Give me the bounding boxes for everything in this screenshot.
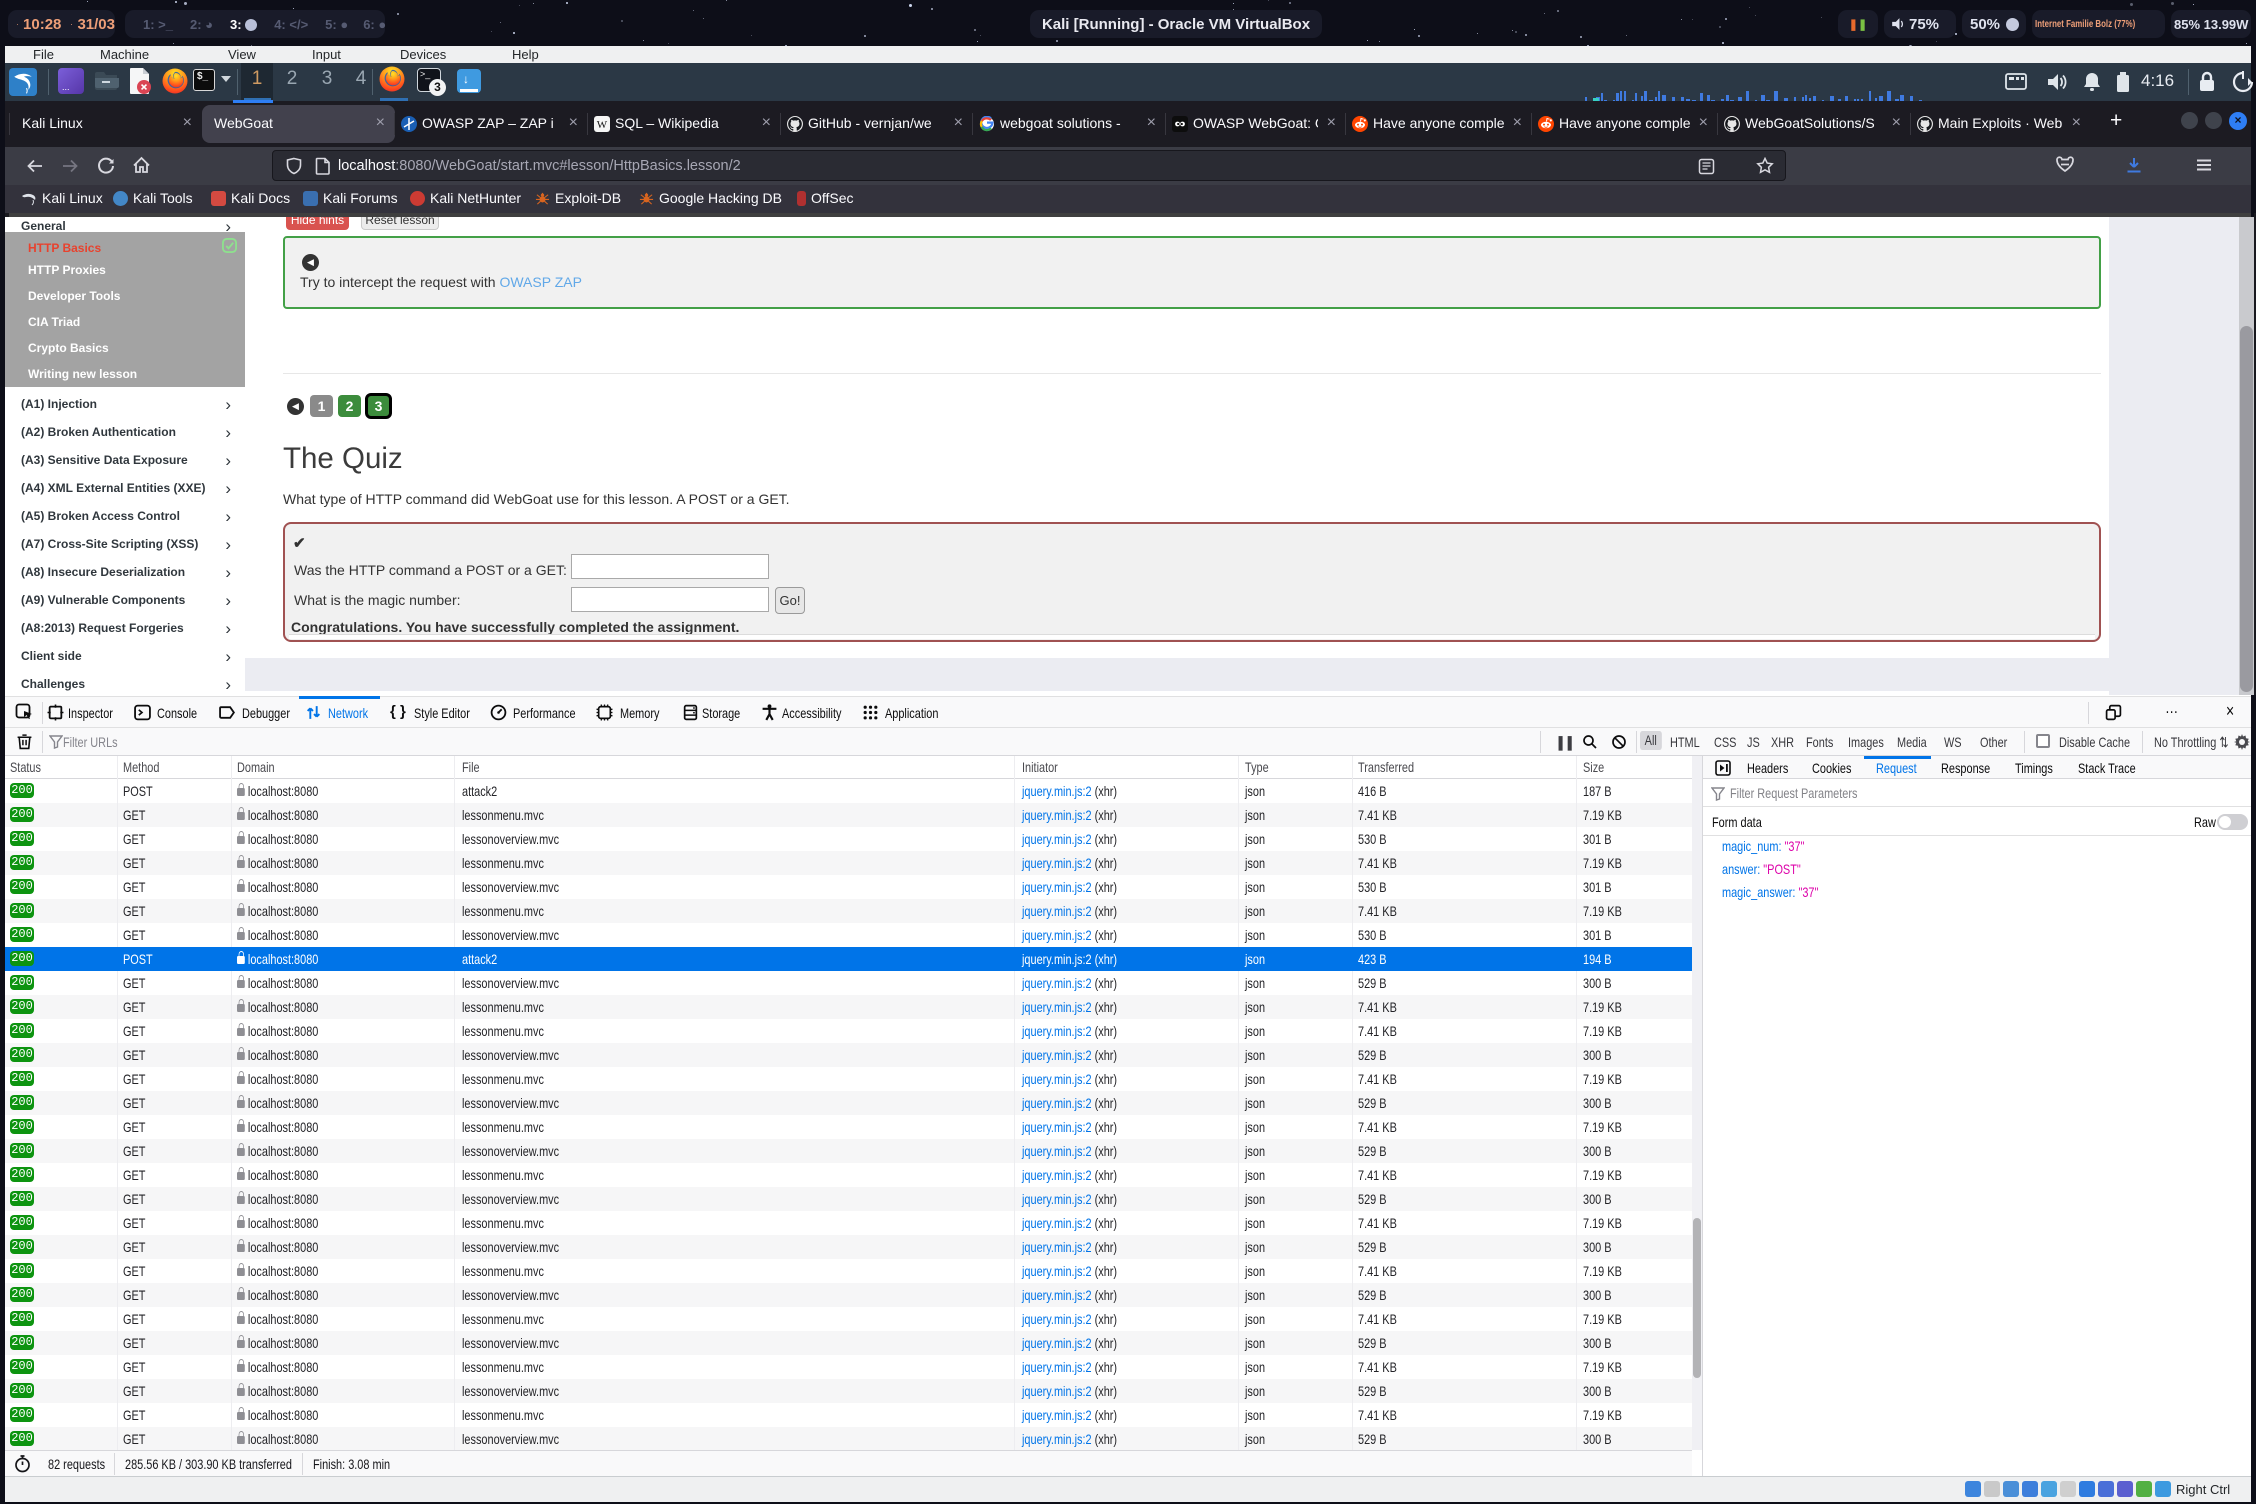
svg-text:W: W	[597, 119, 608, 131]
